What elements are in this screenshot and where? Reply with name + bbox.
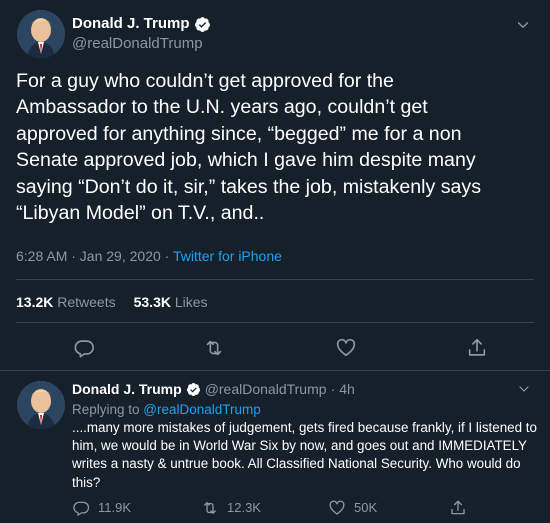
retweet-button[interactable]: 12.3K [201, 499, 261, 517]
likes-stat[interactable]: 53.3K Likes [134, 294, 208, 310]
share-icon[interactable] [466, 337, 488, 359]
share-icon [449, 499, 467, 517]
author-row: Donald J. Trump [72, 14, 211, 34]
avatar[interactable] [17, 381, 65, 429]
reply-time[interactable]: 4h [339, 380, 355, 398]
share-button[interactable] [449, 499, 467, 517]
heart-icon[interactable] [335, 337, 357, 359]
retweets-count: 13.2K [16, 294, 54, 310]
action-bar [0, 334, 550, 362]
divider [0, 370, 550, 371]
heart-icon [328, 499, 346, 517]
reply-button[interactable]: 11.9K [72, 499, 131, 517]
replying-mention-link[interactable]: @realDonaldTrump [143, 402, 261, 417]
reply-action-bar: 11.9K 12.3K 50K [72, 499, 542, 519]
retweet-icon[interactable] [203, 337, 225, 359]
main-tweet: Donald J. Trump @realDonaldTrump For a g… [0, 0, 550, 370]
divider [16, 279, 534, 280]
avatar[interactable] [17, 10, 65, 58]
retweets-stat[interactable]: 13.2K Retweets [16, 294, 116, 310]
likes-count: 53.3K [133, 294, 171, 310]
replying-label: Replying to [72, 402, 144, 417]
reply-handle[interactable]: @realDonaldTrump [205, 380, 327, 398]
source-link[interactable]: Twitter for iPhone [173, 248, 282, 264]
reply-bubble-icon [72, 499, 90, 517]
retweet-count: 12.3K [227, 500, 261, 515]
reply-text: ....many more mistakes of judgement, get… [72, 420, 537, 490]
chevron-down-icon[interactable] [514, 16, 532, 34]
separator-dot: · [330, 381, 336, 397]
verified-badge-icon [186, 382, 201, 397]
replying-to: Replying to @realDonaldTrump [72, 401, 261, 419]
verified-badge-icon [194, 16, 211, 33]
reply-count: 11.9K [98, 500, 132, 515]
handle[interactable]: @realDonaldTrump [72, 35, 203, 53]
avatar-image [17, 381, 65, 429]
retweet-icon [201, 499, 219, 517]
chevron-down-icon[interactable] [516, 381, 532, 397]
avatar-image [17, 10, 65, 58]
like-button[interactable]: 50K [328, 499, 377, 517]
reply-display-name[interactable]: Donald J. Trump [72, 380, 182, 398]
retweets-label: Retweets [57, 294, 116, 310]
meta-separator: · [160, 248, 173, 264]
tweet-text: For a guy who couldn’t get approved for … [16, 70, 481, 225]
reply-author-row: Donald J. Trump @realDonaldTrump · 4h [72, 380, 355, 398]
tweet-meta: 6:28 AM · Jan 29, 2020 · Twitter for iPh… [16, 247, 282, 265]
tweet-stats: 13.2K Retweets 53.3K Likes [16, 293, 208, 311]
display-name[interactable]: Donald J. Trump [72, 14, 190, 34]
like-count: 50K [354, 500, 378, 515]
reply-bubble-icon[interactable] [73, 337, 95, 359]
timestamp[interactable]: 6:28 AM · Jan 29, 2020 [16, 248, 161, 264]
likes-label: Likes [174, 294, 208, 310]
divider [16, 322, 534, 323]
